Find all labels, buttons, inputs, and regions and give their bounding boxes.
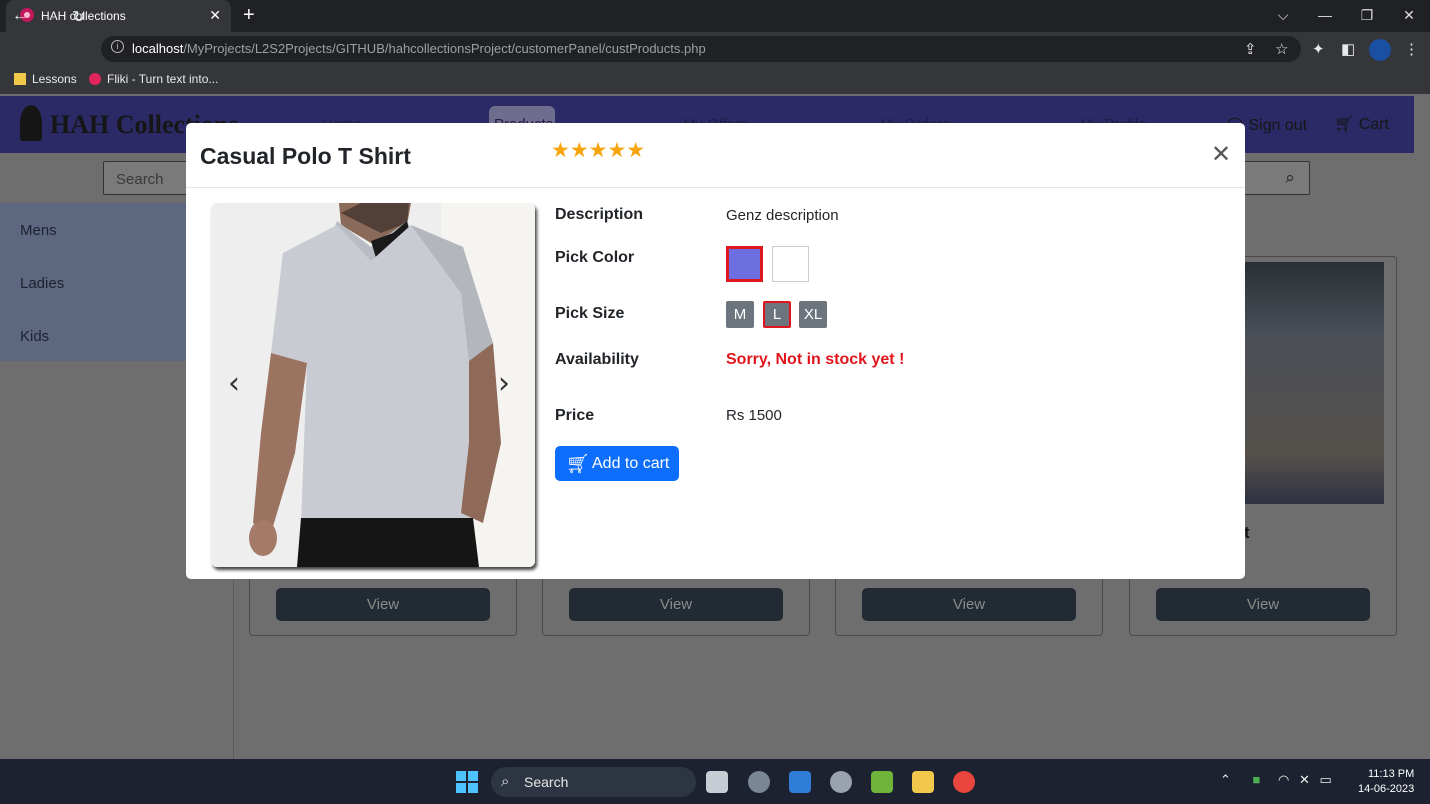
bookmarks-bar: Lessons Fliki - Turn text into...	[0, 66, 1430, 94]
carousel-next-icon[interactable]: ›	[498, 366, 510, 401]
price-value: Rs 1500	[726, 407, 782, 424]
cart-icon: 🛒︎	[1334, 116, 1355, 133]
folder-icon	[14, 73, 26, 85]
back-arrow-icon[interactable]: ←	[12, 7, 28, 25]
bookmark-fliki[interactable]: Fliki - Turn text into...	[89, 72, 218, 86]
restore-button[interactable]: ❐	[1346, 0, 1388, 30]
minimize-button[interactable]: —	[1304, 0, 1346, 30]
tab-search-icon[interactable]: ⌵	[1262, 0, 1304, 30]
app-tray-icon[interactable]: ■	[1253, 772, 1261, 787]
menu-kebab-icon[interactable]: ⋮	[1404, 40, 1419, 58]
polo-shirt-photo	[211, 203, 535, 567]
size-button-m[interactable]: M	[726, 301, 754, 328]
tab-close-icon[interactable]: ✕	[209, 7, 221, 24]
size-button-l[interactable]: L	[763, 301, 791, 328]
view-button[interactable]: View	[1156, 588, 1370, 621]
store-icon[interactable]	[789, 771, 811, 793]
bookmark-star-icon[interactable]: ☆	[1275, 40, 1288, 58]
close-icon[interactable]: ✕	[1211, 140, 1231, 169]
wifi-icon[interactable]: ◠	[1278, 772, 1289, 787]
share-icon[interactable]: ⇪	[1244, 40, 1257, 58]
pick-size-label: Pick Size	[555, 305, 625, 322]
product-image-carousel[interactable]	[211, 203, 535, 567]
product-image-trousers	[1244, 262, 1384, 504]
reload-icon[interactable]: ↻	[72, 7, 85, 27]
availability-label: Availability	[555, 351, 639, 368]
color-swatch-purple[interactable]	[726, 246, 763, 282]
battery-icon[interactable]: ▭	[1320, 772, 1332, 787]
modal-divider	[186, 187, 1245, 188]
add-to-cart-button[interactable]: 🛒︎ Add to cart	[555, 446, 679, 481]
mute-icon[interactable]: ✕	[1299, 772, 1310, 787]
app-icon[interactable]	[830, 771, 852, 793]
sidebar-item-ladies[interactable]: Ladies	[20, 275, 64, 292]
carousel-prev-icon[interactable]: ‹	[228, 366, 240, 401]
task-view-icon[interactable]	[706, 771, 728, 793]
chrome-icon[interactable]	[953, 771, 975, 793]
settings-gear-icon[interactable]	[748, 771, 770, 793]
pick-color-label: Pick Color	[555, 249, 635, 266]
windows-start-icon[interactable]	[456, 771, 478, 793]
file-explorer-icon[interactable]	[912, 771, 934, 793]
cart-link[interactable]: 🛒︎ Cart	[1334, 114, 1389, 134]
system-tray: ⌃ ■ ◠ ✕ ▭	[1220, 772, 1332, 788]
fliki-icon	[89, 73, 101, 85]
extensions-icon[interactable]: ✦	[1312, 40, 1325, 58]
nvidia-icon[interactable]	[871, 771, 893, 793]
chevron-up-icon[interactable]: ⌃	[1220, 772, 1231, 787]
view-button[interactable]: View	[569, 588, 783, 621]
color-swatch-white[interactable]	[772, 246, 809, 282]
forward-arrow-icon[interactable]: →	[42, 7, 58, 25]
new-tab-button[interactable]: +	[243, 4, 255, 27]
cart-plus-icon: 🛒︎	[566, 454, 591, 475]
description-value: Genz description	[726, 207, 839, 224]
url-text: localhost/MyProjects/L2S2Projects/GITHUB…	[132, 41, 706, 56]
profile-avatar[interactable]	[1369, 39, 1391, 61]
description-label: Description	[555, 206, 644, 223]
sidebar-item-kids[interactable]: Kids	[20, 328, 49, 345]
view-button[interactable]: View	[862, 588, 1076, 621]
rating-stars: ★★★★★	[551, 139, 646, 162]
site-info-icon[interactable]: i	[111, 40, 124, 53]
search-icon: ⌕	[501, 773, 510, 790]
modal-title: Casual Polo T Shirt	[200, 143, 411, 169]
address-bar[interactable]: i localhost/MyProjects/L2S2Projects/GITH…	[101, 36, 1301, 62]
window-controls: ⌵ — ❐ ✕	[1262, 0, 1430, 32]
price-label: Price	[555, 407, 595, 424]
logo-figure-icon	[20, 105, 42, 141]
browser-tab[interactable]: HAH collections ✕	[6, 0, 231, 32]
close-window-button[interactable]: ✕	[1388, 0, 1430, 30]
search-icon[interactable]: ⌕	[1271, 162, 1309, 194]
bookmark-lessons[interactable]: Lessons	[14, 72, 77, 86]
view-button[interactable]: View	[276, 588, 490, 621]
side-panel-icon[interactable]: ◧	[1341, 40, 1355, 58]
taskbar-search[interactable]: ⌕ Search	[491, 767, 696, 797]
taskbar-clock[interactable]: 11:13 PM 14-06-2023	[1358, 767, 1414, 797]
size-button-xl[interactable]: XL	[799, 301, 827, 328]
sidebar-item-mens[interactable]: Mens	[20, 222, 57, 239]
availability-status: Sorry, Not in stock yet !	[726, 351, 905, 368]
